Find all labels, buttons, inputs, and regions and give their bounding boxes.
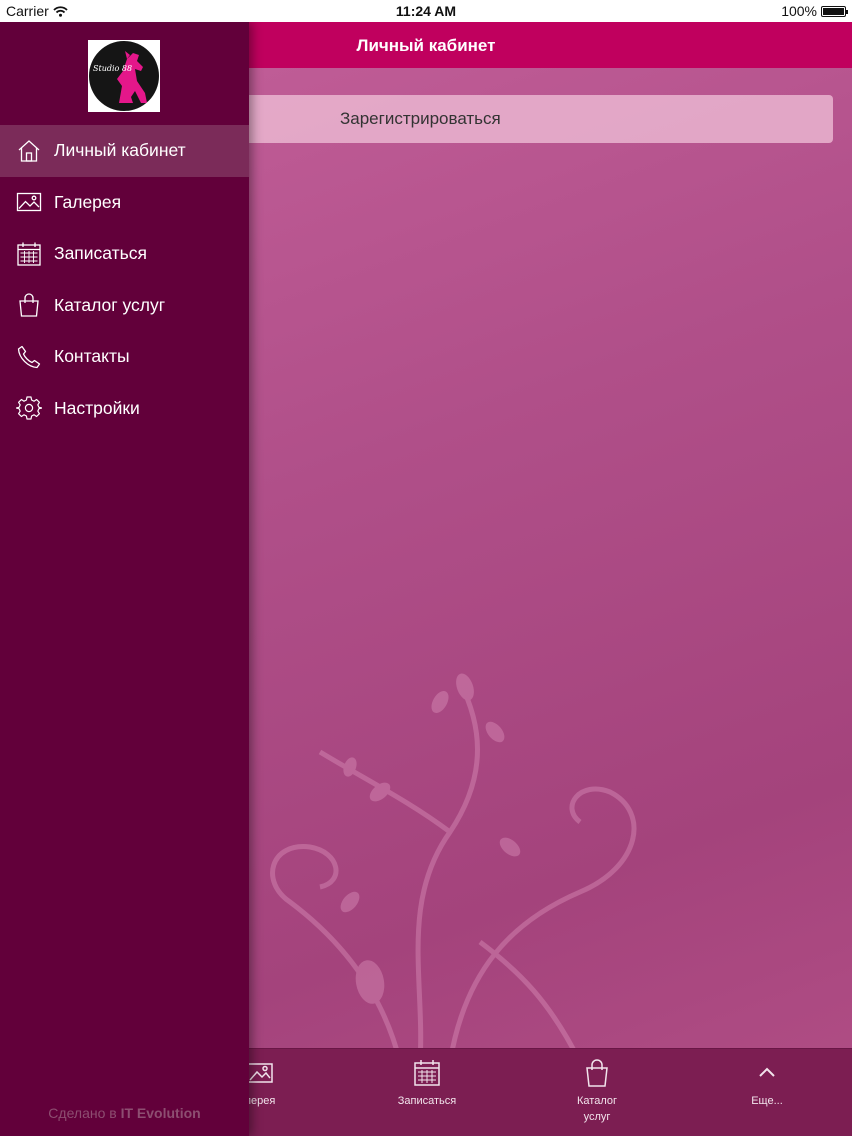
horse-logo-icon: [117, 51, 147, 103]
shopping-bag-icon: [586, 1059, 608, 1087]
side-menu: Studio 88 Личный кабинет Галерея Записат…: [0, 22, 249, 1136]
logo: Studio 88: [88, 40, 160, 112]
developer-credit[interactable]: Сделано в IT Evolution: [0, 1105, 249, 1121]
menu-item-contacts[interactable]: Контакты: [0, 331, 249, 383]
side-menu-list: Личный кабинет Галерея Записаться Катало…: [0, 125, 249, 434]
home-icon: [18, 139, 40, 162]
tab-label: Еще...: [751, 1095, 783, 1107]
status-time: 11:24 AM: [395, 3, 457, 19]
logo-text: Studio 88: [93, 64, 133, 73]
menu-item-label: Личный кабинет: [54, 140, 186, 161]
battery-icon: [821, 5, 848, 17]
gear-icon: [16, 396, 42, 420]
menu-item-gallery[interactable]: Галерея: [0, 177, 249, 229]
floral-background-ornament: [270, 673, 637, 1062]
tab-book[interactable]: Записаться: [367, 1057, 487, 1109]
tab-label: лерея: [244, 1095, 276, 1107]
battery-indicator: 100%: [781, 3, 848, 19]
menu-item-label: Галерея: [54, 191, 122, 212]
calendar-icon: [414, 1060, 440, 1086]
chevron-up-icon: [759, 1067, 775, 1077]
battery-percent: 100%: [781, 3, 817, 19]
tab-catalog[interactable]: Каталог услуг: [537, 1057, 657, 1125]
menu-item-label: Контакты: [54, 346, 130, 367]
logo-emblem: Studio 88: [89, 41, 159, 111]
menu-item-label: Настройки: [54, 397, 140, 418]
credit-prefix: Сделано в: [48, 1105, 117, 1121]
tab-label: Каталог услуг: [577, 1095, 617, 1123]
status-bar: Carrier 11:24 AM 100%: [0, 0, 852, 22]
menu-item-account[interactable]: Личный кабинет: [0, 125, 249, 177]
menu-item-book[interactable]: Записаться: [0, 228, 249, 280]
menu-item-catalog[interactable]: Каталог услуг: [0, 280, 249, 332]
calendar-icon: [17, 242, 41, 266]
phone-icon: [17, 345, 41, 368]
tab-label: Записаться: [397, 1095, 457, 1107]
credit-brand: IT Evolution: [120, 1105, 201, 1121]
tab-more[interactable]: Еще...: [707, 1057, 827, 1109]
menu-item-settings[interactable]: Настройки: [0, 383, 249, 435]
image-icon: [16, 193, 42, 212]
battery-level: [823, 7, 844, 15]
menu-item-label: Каталог услуг: [54, 294, 166, 315]
shopping-bag-icon: [19, 293, 39, 317]
menu-item-label: Записаться: [54, 243, 148, 264]
